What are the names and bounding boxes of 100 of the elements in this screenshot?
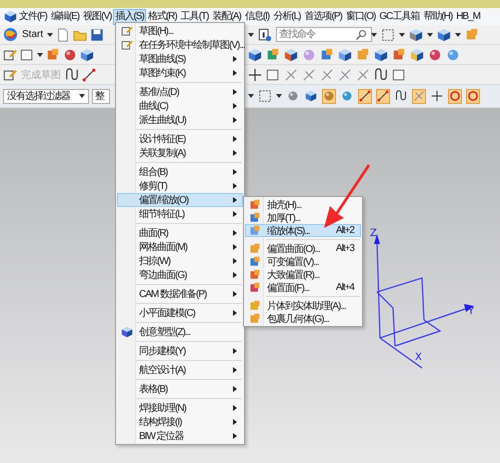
menu-item[interactable]: 组合(B) <box>117 165 243 179</box>
cube-icon[interactable] <box>410 48 424 62</box>
menu-bar-item[interactable]: 装配(A) <box>210 8 243 24</box>
line-icon[interactable] <box>82 68 96 82</box>
tool-line-icon[interactable] <box>320 68 334 82</box>
menu-bar-item[interactable]: 分析(L) <box>271 8 303 24</box>
cube-icon[interactable] <box>80 48 94 62</box>
menu-item[interactable]: 结构焊接(I) <box>117 415 243 429</box>
caret-icon[interactable] <box>248 32 254 36</box>
caret-icon[interactable] <box>47 32 54 36</box>
globe-icon[interactable] <box>3 27 18 42</box>
caret-icon[interactable] <box>399 32 405 36</box>
rectangle-icon[interactable] <box>20 48 34 62</box>
line-icon <box>377 90 389 102</box>
box-select-icon[interactable] <box>381 28 395 42</box>
menu-item[interactable]: 偏置曲面(O)... Alt+3 <box>245 242 361 255</box>
caret-icon[interactable] <box>276 94 282 98</box>
sketch-icon[interactable] <box>3 68 17 82</box>
menu-bar-item[interactable]: 视图(V) <box>81 8 114 24</box>
sphere-icon[interactable] <box>428 48 442 62</box>
menu-bar-item[interactable]: 帮助(H) <box>421 8 454 24</box>
menu-item[interactable]: 可变偏置(V)... <box>245 255 361 268</box>
menu-item[interactable]: 修剪(T) <box>117 179 243 193</box>
menu-item[interactable]: 曲面(R) <box>117 226 243 240</box>
menu-item[interactable]: 网格曲面(M) <box>117 240 243 254</box>
menu-item[interactable]: 抽壳(H)... <box>245 198 361 211</box>
menu-item[interactable]: 片体到实体助理(A)... <box>245 299 361 312</box>
snap-button[interactable] <box>376 88 390 104</box>
rectangle-icon[interactable] <box>266 68 280 82</box>
cube-icon[interactable] <box>437 28 451 42</box>
curve-icon[interactable] <box>374 68 388 82</box>
menu-bar-item[interactable]: 文件(F) <box>17 8 49 24</box>
tool-line-icon[interactable] <box>302 68 316 82</box>
cube-icon[interactable] <box>248 48 262 62</box>
sketch-icon[interactable] <box>3 48 17 62</box>
menu-item[interactable]: BIW 定位器 <box>117 429 243 443</box>
menu-bar-item[interactable]: 窗口(O) <box>344 8 378 24</box>
rectangle-icon[interactable] <box>392 68 406 82</box>
menu-item[interactable]: 关联复制(A) <box>117 146 243 160</box>
caret-icon[interactable] <box>248 94 254 98</box>
menu-item[interactable]: 加厚(T)... <box>245 211 361 224</box>
menu-item[interactable]: 创意塑型(Z)... <box>117 325 243 339</box>
caret-icon[interactable] <box>371 32 377 36</box>
snap-button[interactable] <box>358 88 372 104</box>
caret-icon[interactable] <box>427 32 433 36</box>
curve-icon[interactable] <box>65 68 79 82</box>
cube-icon[interactable] <box>409 28 423 42</box>
menu-item[interactable]: 航空设计(A) <box>117 363 243 377</box>
selection-filter-dropdown[interactable]: 没有选择过滤器 <box>3 88 89 104</box>
save-icon[interactable] <box>90 28 104 42</box>
menu-bar-item[interactable]: 格式(R) <box>146 8 179 24</box>
menu-item[interactable]: 曲线(C) <box>117 99 243 113</box>
menu-item[interactable]: CAM 数据准备(P) <box>117 287 243 301</box>
tool-line-icon[interactable] <box>338 68 352 82</box>
menu-item[interactable]: 草图(H)... <box>117 24 243 38</box>
menu-item[interactable]: 扫掠(W) <box>117 254 243 268</box>
info-icon[interactable] <box>258 28 272 42</box>
snap-button[interactable] <box>430 88 444 104</box>
menu-item[interactable]: 基准/点(D) <box>117 85 243 99</box>
menu-bar-item[interactable]: 首选项(P) <box>302 8 344 24</box>
menu-item[interactable]: 偏置/缩放(O) <box>117 193 243 207</box>
sphere-icon[interactable] <box>63 48 77 62</box>
menu-item[interactable]: 弯边曲面(G) <box>117 268 243 282</box>
menu-item[interactable]: 草图约束(K) <box>117 66 243 80</box>
menu-bar-item[interactable]: 编辑(E) <box>48 8 82 24</box>
menu-bar-item[interactable]: GC工具箱 <box>377 8 422 24</box>
menu-item[interactable]: 偏置面(F)... Alt+4 <box>245 281 361 294</box>
menu-item[interactable]: 缩放体(S)... Alt+2 <box>245 224 361 237</box>
sphere-icon <box>341 90 353 102</box>
selection-scope-dropdown[interactable]: 整 <box>92 88 110 104</box>
menu-item[interactable]: 设计特征(E) <box>117 132 243 146</box>
menu-item[interactable]: 小平面建模(C) <box>117 306 243 320</box>
start-button[interactable]: Start <box>21 29 44 40</box>
caret-icon[interactable] <box>79 94 85 98</box>
menu-item[interactable]: 包裹几何体(G)... <box>245 312 361 325</box>
block-icon[interactable] <box>320 48 334 62</box>
menu-item[interactable]: 大致偏置(R)... <box>245 268 361 281</box>
plus-icon[interactable] <box>248 68 262 82</box>
block-icon[interactable] <box>266 48 280 62</box>
search-field[interactable]: 查找命令 <box>276 27 372 42</box>
tool-line-icon <box>413 90 425 102</box>
cube-icon[interactable] <box>374 48 388 62</box>
menu-item[interactable]: 同步建模(Y) <box>117 344 243 358</box>
cube-icon[interactable] <box>338 48 352 62</box>
cube-icon[interactable] <box>4 10 17 23</box>
menu-item[interactable]: 草图曲线(S) <box>117 52 243 66</box>
menu-item[interactable]: 细节特征(L) <box>117 207 243 221</box>
block-icon[interactable] <box>392 48 406 62</box>
menu-bar-item[interactable]: 信息(I) <box>242 8 272 24</box>
menu-item[interactable]: 派生曲线(U) <box>117 113 243 127</box>
menu-item[interactable]: 在任务环境中绘制草图(V)... <box>117 38 243 52</box>
box-select-icon[interactable] <box>258 89 272 103</box>
cube-icon[interactable] <box>284 48 298 62</box>
menu-bar-item[interactable]: 工具(T) <box>178 8 210 24</box>
snap-button[interactable] <box>304 88 318 104</box>
menu-item[interactable]: 焊接助理(N) <box>117 401 243 415</box>
menu-item[interactable]: 表格(B) <box>117 382 243 396</box>
menu-bar-item[interactable]: HB_M <box>454 8 482 24</box>
caret-icon[interactable] <box>455 32 461 36</box>
caret-icon[interactable] <box>37 52 43 56</box>
